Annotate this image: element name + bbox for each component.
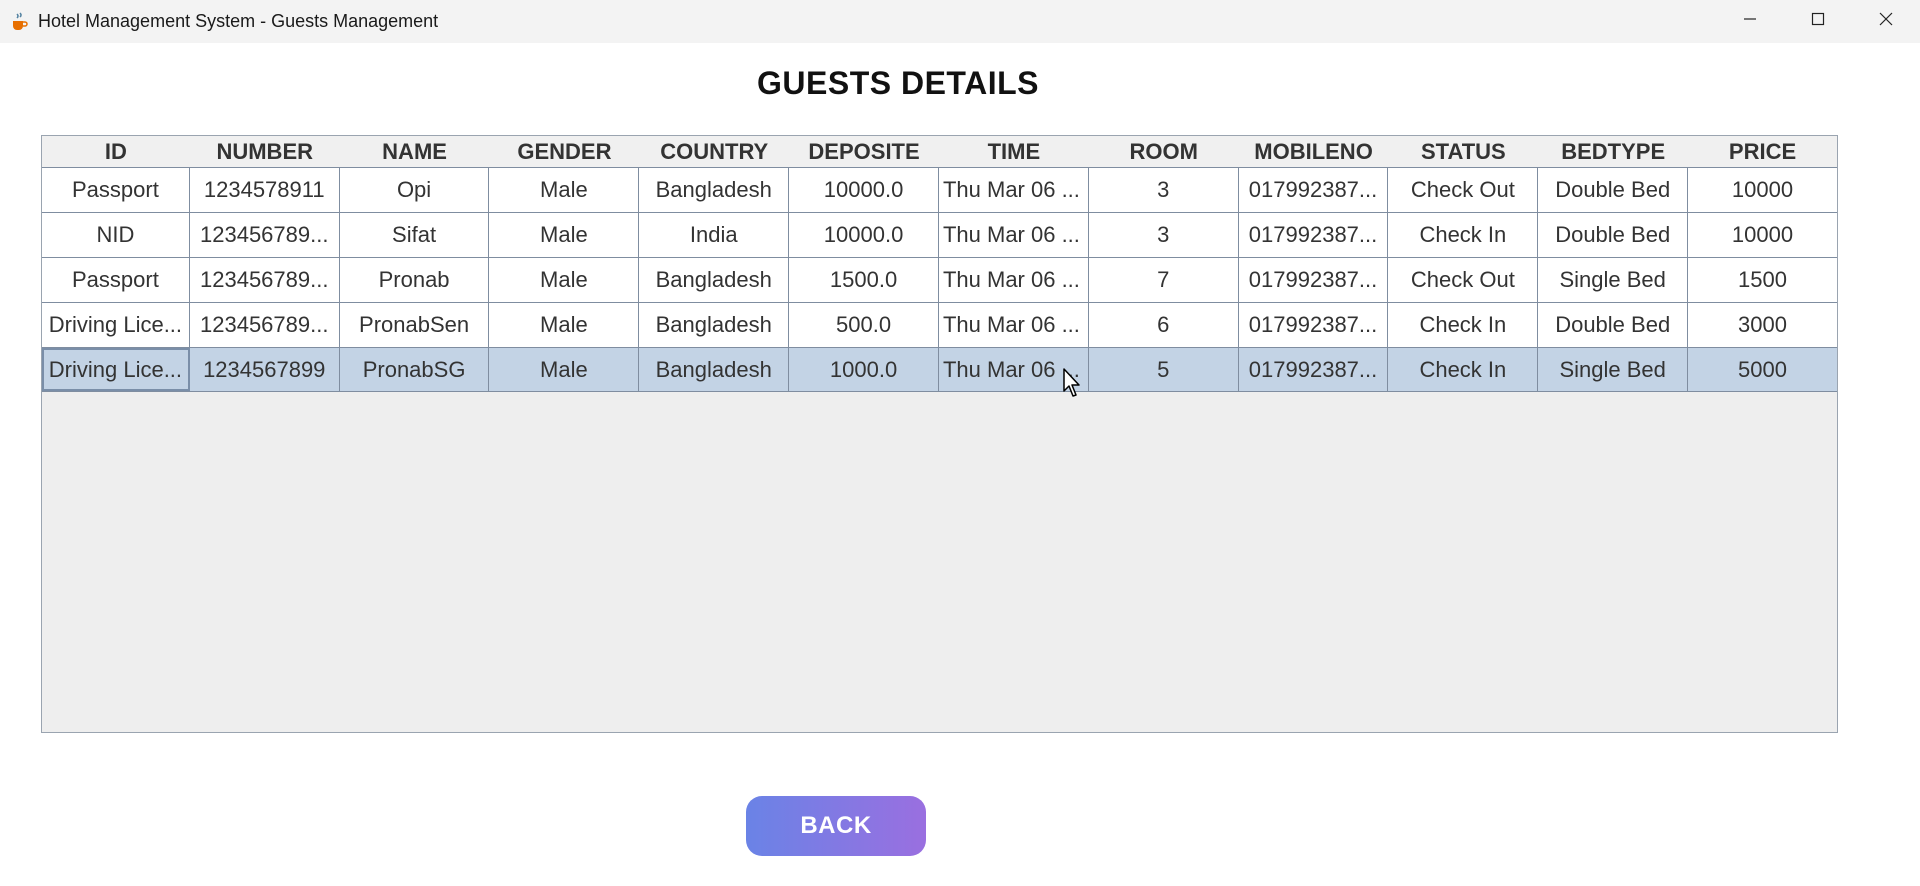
table-row[interactable]: Passport 1234578911 Opi Male Bangladesh 10000… <box>42 167 1837 212</box>
table-cell-time[interactable]: Thu Mar 06 ... <box>939 303 1089 347</box>
table-cell-price[interactable]: 10000 <box>1688 213 1837 257</box>
table-cell-mobileno[interactable]: 017992387... <box>1239 213 1389 257</box>
table-cell-gender[interactable]: Male <box>489 303 640 347</box>
table-cell-country[interactable]: Bangladesh <box>639 348 790 391</box>
close-icon <box>1879 12 1893 31</box>
guests-table[interactable]: ID NUMBER NAME GENDER COUNTRY DEPOSITE TIME ROO… <box>41 135 1838 733</box>
table-cell-status[interactable]: Check Out <box>1388 258 1539 302</box>
table-cell-mobileno[interactable]: 017992387... <box>1239 168 1389 212</box>
column-header-name[interactable]: NAME <box>340 136 490 167</box>
minimize-icon <box>1743 12 1757 31</box>
maximize-icon <box>1811 12 1825 31</box>
table-row[interactable]: Driving Lice... 123456789... PronabSen Male… <box>42 302 1837 347</box>
table-cell-bedtype[interactable]: Single Bed <box>1538 258 1689 302</box>
table-cell-id[interactable]: NID <box>42 213 190 257</box>
table-body: Passport 1234578911 Opi Male Bangladesh 10000… <box>42 167 1837 392</box>
table-cell-status[interactable]: Check In <box>1388 348 1539 391</box>
table-row[interactable]: Driving Lice... 1234567899 PronabSG Male Ban… <box>42 347 1837 392</box>
column-header-price[interactable]: PRICE <box>1688 136 1837 167</box>
table-cell-name[interactable]: Opi <box>340 168 490 212</box>
column-header-country[interactable]: COUNTRY <box>639 136 789 167</box>
table-cell-room[interactable]: 3 <box>1089 213 1239 257</box>
table-cell-number[interactable]: 123456789... <box>190 303 340 347</box>
table-cell-price[interactable]: 3000 <box>1688 303 1837 347</box>
table-cell-room[interactable]: 6 <box>1089 303 1239 347</box>
table-cell-deposite[interactable]: 10000.0 <box>789 213 939 257</box>
table-cell-room[interactable]: 5 <box>1089 348 1239 391</box>
table-cell-name[interactable]: Pronab <box>340 258 490 302</box>
table-cell-gender[interactable]: Male <box>489 168 640 212</box>
column-header-number[interactable]: NUMBER <box>190 136 340 167</box>
table-cell-deposite[interactable]: 500.0 <box>789 303 939 347</box>
table-header: ID NUMBER NAME GENDER COUNTRY DEPOSITE TIME ROO… <box>42 136 1837 167</box>
table-cell-time[interactable]: Thu Mar 06 ... <box>939 168 1089 212</box>
table-cell-room[interactable]: 7 <box>1089 258 1239 302</box>
table-cell-id[interactable]: Passport <box>42 168 190 212</box>
table-cell-name[interactable]: Sifat <box>340 213 490 257</box>
table-cell-mobileno[interactable]: 017992387... <box>1239 348 1389 391</box>
table-cell-price[interactable]: 5000 <box>1688 348 1837 391</box>
table-cell-country[interactable]: Bangladesh <box>639 168 790 212</box>
table-cell-time[interactable]: Thu Mar 06 ... <box>939 213 1089 257</box>
window-controls <box>1716 0 1920 43</box>
column-header-gender[interactable]: GENDER <box>489 136 639 167</box>
maximize-button[interactable] <box>1784 0 1852 43</box>
table-cell-country[interactable]: India <box>639 213 790 257</box>
column-header-room[interactable]: ROOM <box>1089 136 1239 167</box>
java-cup-icon <box>8 11 30 33</box>
table-cell-number[interactable]: 1234578911 <box>190 168 340 212</box>
table-cell-number[interactable]: 123456789... <box>190 213 340 257</box>
minimize-button[interactable] <box>1716 0 1784 43</box>
table-cell-mobileno[interactable]: 017992387... <box>1239 258 1389 302</box>
table-cell-gender[interactable]: Male <box>489 348 640 391</box>
column-header-status[interactable]: STATUS <box>1388 136 1538 167</box>
table-cell-id[interactable]: Driving Lice... <box>42 348 190 391</box>
table-cell-gender[interactable]: Male <box>489 213 640 257</box>
table-cell-status[interactable]: Check In <box>1388 213 1539 257</box>
page-title: GUESTS DETAILS <box>757 65 1039 101</box>
table-cell-name[interactable]: PronabSG <box>340 348 490 391</box>
table-cell-name[interactable]: PronabSen <box>340 303 490 347</box>
column-header-mobileno[interactable]: MOBILENO <box>1239 136 1389 167</box>
close-button[interactable] <box>1852 0 1920 43</box>
column-header-id[interactable]: ID <box>42 136 190 167</box>
table-cell-number[interactable]: 1234567899 <box>190 348 340 391</box>
table-cell-status[interactable]: Check Out <box>1388 168 1539 212</box>
mouse-cursor-icon <box>1063 368 1085 398</box>
table-cell-bedtype[interactable]: Double Bed <box>1538 168 1689 212</box>
back-button[interactable]: BACK <box>746 796 926 856</box>
window-title: Hotel Management System - Guests Managem… <box>38 11 439 31</box>
column-header-bedtype[interactable]: BEDTYPE <box>1538 136 1688 167</box>
table-cell-country[interactable]: Bangladesh <box>639 258 790 302</box>
table-cell-deposite[interactable]: 1000.0 <box>789 348 939 391</box>
column-header-deposite[interactable]: DEPOSITE <box>789 136 939 167</box>
table-cell-price[interactable]: 1500 <box>1688 258 1837 302</box>
table-cell-number[interactable]: 123456789... <box>190 258 340 302</box>
table-cell-deposite[interactable]: 10000.0 <box>789 168 939 212</box>
table-row[interactable]: Passport 123456789... Pronab Male Bangladesh… <box>42 257 1837 302</box>
table-cell-gender[interactable]: Male <box>489 258 640 302</box>
window-titlebar: Hotel Management System - Guests Managem… <box>0 0 1920 43</box>
table-row[interactable]: NID 123456789... Sifat Male India 10000.0 Thu … <box>42 212 1837 257</box>
table-cell-price[interactable]: 10000 <box>1688 168 1837 212</box>
table-cell-country[interactable]: Bangladesh <box>639 303 790 347</box>
table-cell-mobileno[interactable]: 017992387... <box>1239 303 1389 347</box>
column-header-time[interactable]: TIME <box>939 136 1089 167</box>
table-cell-id[interactable]: Driving Lice... <box>42 303 190 347</box>
table-cell-status[interactable]: Check In <box>1388 303 1539 347</box>
table-cell-room[interactable]: 3 <box>1089 168 1239 212</box>
table-cell-deposite[interactable]: 1500.0 <box>789 258 939 302</box>
main-content: GUESTS DETAILS ID NUMBER NAME GENDER COUNTRY… <box>0 43 1920 886</box>
table-cell-bedtype[interactable]: Double Bed <box>1538 303 1689 347</box>
table-cell-bedtype[interactable]: Double Bed <box>1538 213 1689 257</box>
table-cell-bedtype[interactable]: Single Bed <box>1538 348 1689 391</box>
table-cell-time[interactable]: Thu Mar 06 ... <box>939 258 1089 302</box>
table-cell-id[interactable]: Passport <box>42 258 190 302</box>
